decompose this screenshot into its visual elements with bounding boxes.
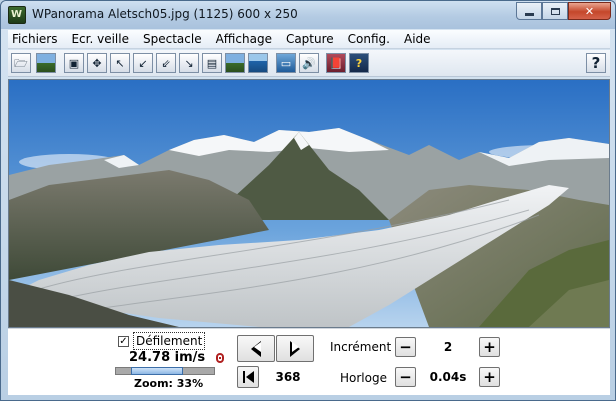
clock-plus-button[interactable]: +: [479, 367, 500, 387]
control-panel: ✓ Défilement 24.78 im/s Zoom: 33% 368 In…: [8, 328, 610, 395]
arrow-down-right-button[interactable]: ↘: [179, 53, 199, 73]
minus-icon: −: [399, 367, 412, 386]
speed-indicator-icon[interactable]: [216, 353, 224, 363]
panorama-frame-button[interactable]: ▤: [202, 53, 222, 73]
book-icon: 📕: [329, 56, 343, 70]
zoom-label: Zoom: 33%: [134, 377, 204, 390]
increment-plus-button[interactable]: +: [479, 337, 500, 357]
landscape-image-button[interactable]: [36, 53, 56, 73]
scroll-left-button[interactable]: [237, 335, 275, 362]
plus-icon: +: [483, 337, 496, 356]
close-button[interactable]: ✕: [568, 2, 611, 20]
clock-value[interactable]: 0.04s: [420, 367, 476, 387]
minimize-icon: [524, 12, 534, 16]
book-button[interactable]: 📕: [326, 53, 346, 73]
increment-label: Incrément: [330, 340, 392, 354]
menu-config[interactable]: Config.: [341, 32, 397, 46]
maximize-icon: [550, 7, 560, 15]
move-arrows-icon: ✥: [92, 56, 102, 70]
zoom-slider-thumb[interactable]: [131, 367, 183, 375]
clock-minus-button[interactable]: −: [395, 367, 416, 387]
arrow-down-left-button[interactable]: ↙: [133, 53, 153, 73]
app-logo-icon: [8, 6, 26, 24]
minimize-button[interactable]: [516, 2, 542, 20]
arrow-up-left-icon: ↖: [115, 56, 125, 70]
fit-window-button[interactable]: ▣: [64, 53, 84, 73]
help-button[interactable]: ?: [586, 53, 606, 73]
fit-window-icon: ▣: [68, 56, 80, 70]
app-window: WPanorama Aletsch05.jpg (1125) 600 x 250…: [0, 0, 616, 401]
arrow-up-left-button[interactable]: ↖: [110, 53, 130, 73]
increment-minus-button[interactable]: −: [395, 337, 416, 357]
menu-aide[interactable]: Aide: [397, 32, 438, 46]
scroll-checkbox[interactable]: ✓: [118, 336, 129, 347]
plus-icon: +: [483, 367, 496, 386]
open-file-icon: 🗁: [14, 56, 28, 70]
scroll-right-button[interactable]: [276, 335, 314, 362]
scroll-checkbox-label[interactable]: Défilement: [133, 332, 206, 350]
open-file-button[interactable]: 🗁: [11, 53, 31, 73]
menu-spectacle[interactable]: Spectacle: [136, 32, 209, 46]
minus-icon: −: [399, 337, 412, 356]
water-scene-button[interactable]: [248, 53, 268, 73]
maximize-button[interactable]: [542, 2, 568, 20]
increment-value[interactable]: 2: [420, 337, 476, 357]
menu-fichiers[interactable]: Fichiers: [8, 32, 64, 46]
speaker-icon: 🔊: [302, 56, 316, 70]
move-button[interactable]: ✥: [87, 53, 107, 73]
panorama-photo: [9, 80, 609, 327]
go-to-start-button[interactable]: [237, 366, 259, 388]
close-icon: ✕: [584, 4, 595, 18]
menu-affichage[interactable]: Affichage: [209, 32, 279, 46]
window-title: WPanorama Aletsch05.jpg (1125) 600 x 250: [32, 7, 298, 21]
panorama-frame-icon: ▤: [206, 56, 218, 70]
speed-readout: 24.78 im/s: [129, 350, 206, 365]
title-bar[interactable]: WPanorama Aletsch05.jpg (1125) 600 x 250…: [1, 1, 615, 29]
toolbar: 🗁 ▣ ✥ ↖ ↙ ⇙ ↘ ▤ ▭ 🔊 📕 ? ?: [8, 50, 610, 77]
menu-ecran-veille[interactable]: Ecr. veille: [64, 32, 136, 46]
help-icon: ?: [591, 53, 601, 72]
ground-scene-icon: ▭: [280, 56, 292, 70]
help-book-button[interactable]: ?: [349, 53, 369, 73]
position-value: 368: [263, 366, 313, 388]
zoom-slider[interactable]: [115, 367, 215, 375]
ground-scene-button[interactable]: ▭: [276, 53, 296, 73]
arrow-down-left-icon: ↙: [138, 56, 148, 70]
menu-capture[interactable]: Capture: [279, 32, 341, 46]
help-book-icon: ?: [355, 56, 363, 70]
sound-button[interactable]: 🔊: [299, 53, 319, 73]
arrow-down-right-icon: ↘: [184, 56, 194, 70]
clock-label: Horloge: [340, 371, 387, 385]
window-controls: ✕: [516, 2, 611, 20]
mountain-scene-button[interactable]: [225, 53, 245, 73]
panorama-image[interactable]: [8, 79, 610, 328]
menu-bar: Fichiers Ecr. veille Spectacle Affichage…: [8, 30, 610, 49]
arrow-down-left-alt-button[interactable]: ⇙: [156, 53, 176, 73]
arrow-down-left-alt-icon: ⇙: [161, 56, 171, 70]
